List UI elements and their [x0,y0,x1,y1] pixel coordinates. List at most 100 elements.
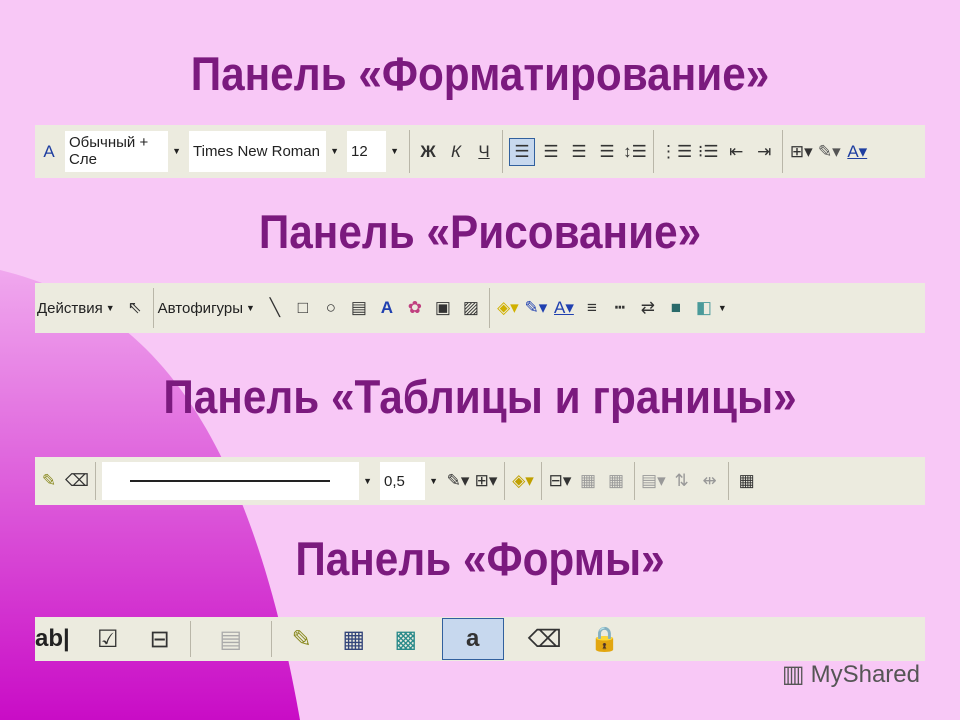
increase-indent-icon[interactable]: ⇥ [752,139,776,165]
chevron-down-icon[interactable]: ▼ [106,303,115,313]
line-spacing-icon[interactable]: ↕☰ [623,139,647,165]
underline-button[interactable]: Ч [472,139,496,165]
line-weight-combo[interactable]: 0,5 ▼ [380,462,443,500]
eraser-icon[interactable]: ⌫ [65,468,89,494]
forms-toolbar: ab| ☑ ⊟ ▤ ✎ ▦ ▩ a ⌫ 🔒 [35,617,925,661]
bold-button[interactable]: Ж [416,139,440,165]
wordart-icon[interactable]: A [375,295,399,321]
clipart-icon[interactable]: ▣ [431,295,455,321]
drawing-toolbar: Действия ▼ ⇖ Автофигуры ▼ ╲ □ ○ ▤ A ✿ ▣ ▨ … [35,283,925,333]
textbox-icon[interactable]: ▤ [347,295,371,321]
italic-button[interactable]: К [444,139,468,165]
borders-icon[interactable]: ⊞▾ [789,139,813,165]
decrease-indent-icon[interactable]: ⇤ [724,139,748,165]
borders-icon[interactable]: ⊞▾ [474,468,498,494]
distribute-columns-icon[interactable]: ⇹ [698,468,722,494]
separator [502,130,503,173]
merge-cells-icon[interactable]: ▦ [576,468,600,494]
numbering-icon[interactable]: ⋮☰ [660,139,692,165]
title-tables: Панель «Таблицы и границы» [163,370,797,423]
border-color-icon[interactable]: ✎▾ [446,468,470,494]
separator [488,288,490,328]
line-style-icon[interactable]: ≡ [580,295,604,321]
rectangle-icon[interactable]: □ [291,295,315,321]
separator [95,461,97,501]
field-options-icon[interactable]: ▤ [219,626,243,653]
chevron-down-icon[interactable]: ▼ [168,130,185,173]
title-formatting: Панель «Форматирование» [190,47,770,100]
separator [152,288,154,328]
shadow-icon[interactable]: ■ [664,295,688,321]
background-shape [0,270,300,720]
line-style-preview [130,480,331,482]
shading-icon[interactable]: ◈▾ [511,468,535,494]
title-drawing: Панель «Рисование» [258,205,702,258]
diagram-icon[interactable]: ✿ [403,295,427,321]
title-forms: Панель «Формы» [295,532,665,585]
chevron-down-icon[interactable]: ▼ [386,130,403,173]
oval-icon[interactable]: ○ [319,295,343,321]
reset-fields-icon[interactable]: ⌫ [528,626,562,653]
line-icon[interactable]: ╲ [263,295,287,321]
size-value: 12 [351,142,368,160]
separator [409,130,410,173]
align-right-icon[interactable]: ☰ [567,139,591,165]
draw-table-icon[interactable]: ✎ [290,626,314,653]
distribute-rows-icon[interactable]: ⇅ [670,468,694,494]
align-left-icon[interactable]: ☰ [509,137,535,166]
separator [634,461,636,501]
separator [189,621,191,657]
font-value: Times New Roman [193,142,320,160]
autoformat-icon[interactable]: ▦ [735,468,759,494]
chevron-down-icon[interactable]: ▼ [246,303,255,313]
bullets-icon[interactable]: ⁝☰ [696,139,720,165]
insert-table-icon[interactable]: ⊟▾ [548,468,572,494]
separator [653,130,654,173]
separator [270,621,272,657]
checkbox-icon[interactable]: ☑ [96,626,120,653]
styles-icon[interactable]: A [37,139,61,165]
separator [504,461,506,501]
draw-table-icon[interactable]: ✎ [37,468,61,494]
align-icon[interactable]: ▤▾ [641,468,666,494]
presentation-icon: ▥ [781,661,805,688]
separator [727,461,729,501]
separator [541,461,543,501]
align-center-icon[interactable]: ☰ [539,139,563,165]
separator [782,130,784,173]
style-value: Обычный + Сле [69,134,149,169]
arrow-style-icon[interactable]: ⇄ [636,295,660,321]
protect-form-icon[interactable]: 🔒 [590,626,620,653]
3d-icon[interactable]: ◧ [692,295,716,321]
myshared-watermark: ▥ MyShared [782,660,920,689]
picture-icon[interactable]: ▨ [459,295,483,321]
text-field-button[interactable]: ab| [35,625,70,653]
insert-frame-icon[interactable]: ▩ [394,626,418,653]
select-arrow-icon[interactable]: ⇖ [123,295,147,321]
tables-toolbar: ✎ ⌫ ▼ 0,5 ▼ ✎▾ ⊞▾ ◈▾ ⊟▾ ▦ ▦ ▤▾ ⇅ ⇹ ▦ [35,457,925,505]
style-combo[interactable]: Обычный + Сле ▼ [65,130,185,173]
dash-style-icon[interactable]: ┅ [608,295,632,321]
chevron-down-icon[interactable]: ▼ [718,303,727,313]
highlight-icon[interactable]: ✎▾ [817,139,841,165]
line-style-combo[interactable]: ▼ [102,462,377,500]
chevron-down-icon[interactable]: ▼ [359,462,377,500]
dropdown-field-icon[interactable]: ⊟ [148,626,172,653]
line-weight-value: 0,5 [384,472,405,490]
watermark-text: MyShared [810,660,920,688]
font-color-icon[interactable]: A▾ [845,139,869,165]
split-cells-icon[interactable]: ▦ [604,468,628,494]
form-field-shading-icon[interactable]: a [441,618,504,660]
line-color-icon[interactable]: ✎▾ [524,295,548,321]
insert-table-icon[interactable]: ▦ [342,626,366,653]
font-combo[interactable]: Times New Roman ▼ [189,130,343,173]
autoshapes-menu[interactable]: Автофигуры [158,300,243,317]
formatting-toolbar: A Обычный + Сле ▼ Times New Roman ▼ 12 ▼ Ж … [35,125,925,178]
chevron-down-icon[interactable]: ▼ [326,130,343,173]
justify-icon[interactable]: ☰ [595,139,619,165]
actions-menu[interactable]: Действия [37,300,103,317]
fill-color-icon[interactable]: ◈▾ [496,295,520,321]
size-combo[interactable]: 12 ▼ [347,130,403,173]
chevron-down-icon[interactable]: ▼ [425,462,443,500]
font-color-icon[interactable]: A▾ [552,295,576,321]
